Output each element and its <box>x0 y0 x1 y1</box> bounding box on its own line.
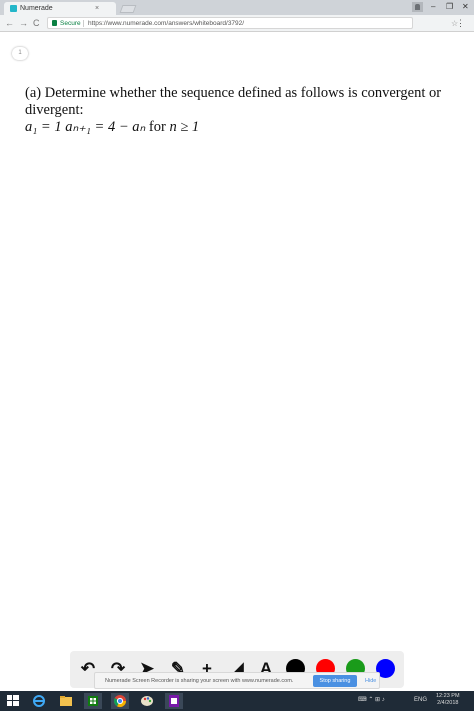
lock-icon <box>52 20 57 26</box>
stop-sharing-button[interactable]: Stop sharing <box>313 675 357 687</box>
tray-icons[interactable]: ⌨ ⌃ ⊞ ♪ <box>358 695 385 705</box>
question-formula-line: a₁ = 1 aₙ₊₁ = 4 − aₙ for n ≥ 1 <box>25 119 471 136</box>
browser-title-bar: Numerade × – ❐ ✕ <box>0 0 474 15</box>
store-icon[interactable] <box>84 693 102 709</box>
user-profile-icon[interactable] <box>412 2 423 12</box>
windows-taskbar: ⌨ ⌃ ⊞ ♪ ENG 12:23 PM 2/4/2018 <box>0 691 474 711</box>
tab-title: Numerade <box>20 5 53 12</box>
for-word: for <box>148 119 166 135</box>
back-button[interactable]: ← <box>5 17 14 29</box>
clock-time: 12:23 PM <box>436 693 460 699</box>
internet-explorer-icon[interactable] <box>30 693 48 709</box>
close-window-button[interactable]: ✕ <box>462 1 469 13</box>
minimize-button[interactable]: – <box>431 1 435 13</box>
paint-icon[interactable] <box>138 693 156 709</box>
question-text: (a) Determine whether the sequence defin… <box>25 85 471 136</box>
chrome-icon[interactable] <box>111 693 129 709</box>
screen-share-bar: Numerade Screen Recorder is sharing your… <box>94 672 380 689</box>
browser-tab[interactable]: Numerade × <box>4 2 116 15</box>
question-line: (a) Determine whether the sequence defin… <box>25 85 442 118</box>
recurrence-formula: a₁ = 1 aₙ₊₁ = 4 − aₙ <box>25 119 146 135</box>
start-windows-icon[interactable] <box>4 693 22 709</box>
file-explorer-icon[interactable] <box>57 693 75 709</box>
secure-label: Secure <box>60 20 81 27</box>
system-clock[interactable]: 12:23 PM 2/4/2018 <box>436 693 460 707</box>
new-tab-button[interactable] <box>119 5 137 13</box>
language-indicator[interactable]: ENG <box>414 695 427 705</box>
address-separator <box>83 20 84 27</box>
url-text[interactable]: https://www.numerade.com/answers/whitebo… <box>88 18 244 29</box>
restore-button[interactable]: ❐ <box>446 1 453 13</box>
page-number-badge[interactable]: 1 <box>12 47 28 60</box>
forward-button[interactable]: → <box>19 17 28 29</box>
tab-close-icon[interactable]: × <box>95 3 99 14</box>
onenote-icon[interactable] <box>165 693 183 709</box>
index-condition: n ≥ 1 <box>169 119 200 135</box>
hide-button[interactable]: Hide <box>365 675 376 687</box>
share-message: Numerade Screen Recorder is sharing your… <box>105 678 294 684</box>
address-bar[interactable]: Secure https://www.numerade.com/answers/… <box>47 17 458 29</box>
browser-toolbar: ← → C Secure https://www.numerade.com/an… <box>0 15 474 32</box>
numerade-favicon-icon <box>10 5 17 12</box>
browser-menu-icon[interactable]: ⋮ <box>456 17 465 29</box>
reload-button[interactable]: C <box>33 17 40 29</box>
clock-date: 2/4/2018 <box>437 700 459 706</box>
